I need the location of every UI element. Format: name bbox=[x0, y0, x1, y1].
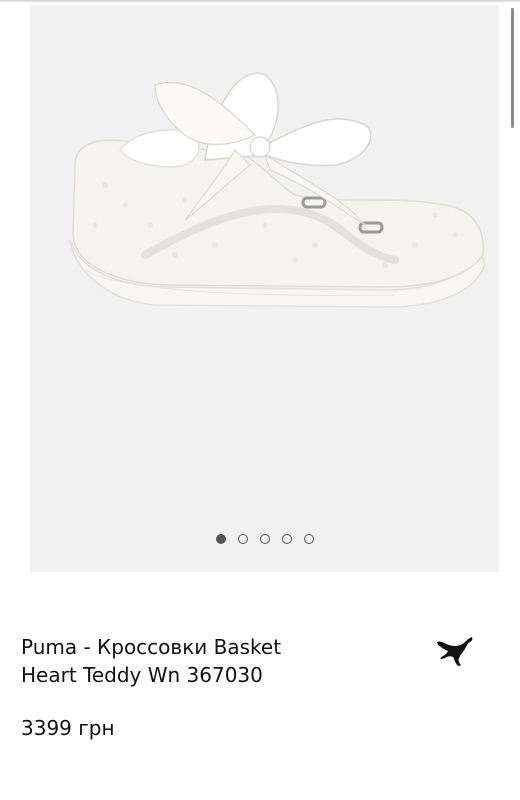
product-page: Puma - Кроссовки Basket Heart Teddy Wn 3… bbox=[0, 0, 520, 800]
gallery-dot-4[interactable] bbox=[281, 534, 292, 544]
product-price: 3399 грн bbox=[21, 716, 115, 740]
sneaker-image bbox=[69, 72, 485, 308]
top-divider bbox=[0, 0, 520, 3]
gallery-dot-3[interactable] bbox=[259, 534, 270, 544]
gallery-dot-5[interactable] bbox=[303, 534, 314, 544]
gallery-pagination bbox=[30, 534, 499, 544]
product-title-line-2: Heart Teddy Wn 367030 bbox=[21, 663, 263, 687]
gallery-dot-1[interactable] bbox=[215, 534, 226, 544]
puma-cat-icon[interactable] bbox=[435, 632, 475, 672]
scrollbar[interactable] bbox=[511, 8, 514, 128]
product-image-gallery[interactable] bbox=[30, 5, 499, 572]
product-title-line-1: Puma - Кроссовки Basket bbox=[21, 635, 282, 659]
gallery-dot-2[interactable] bbox=[237, 534, 248, 544]
product-title: Puma - Кроссовки Basket Heart Teddy Wn 3… bbox=[21, 633, 401, 689]
